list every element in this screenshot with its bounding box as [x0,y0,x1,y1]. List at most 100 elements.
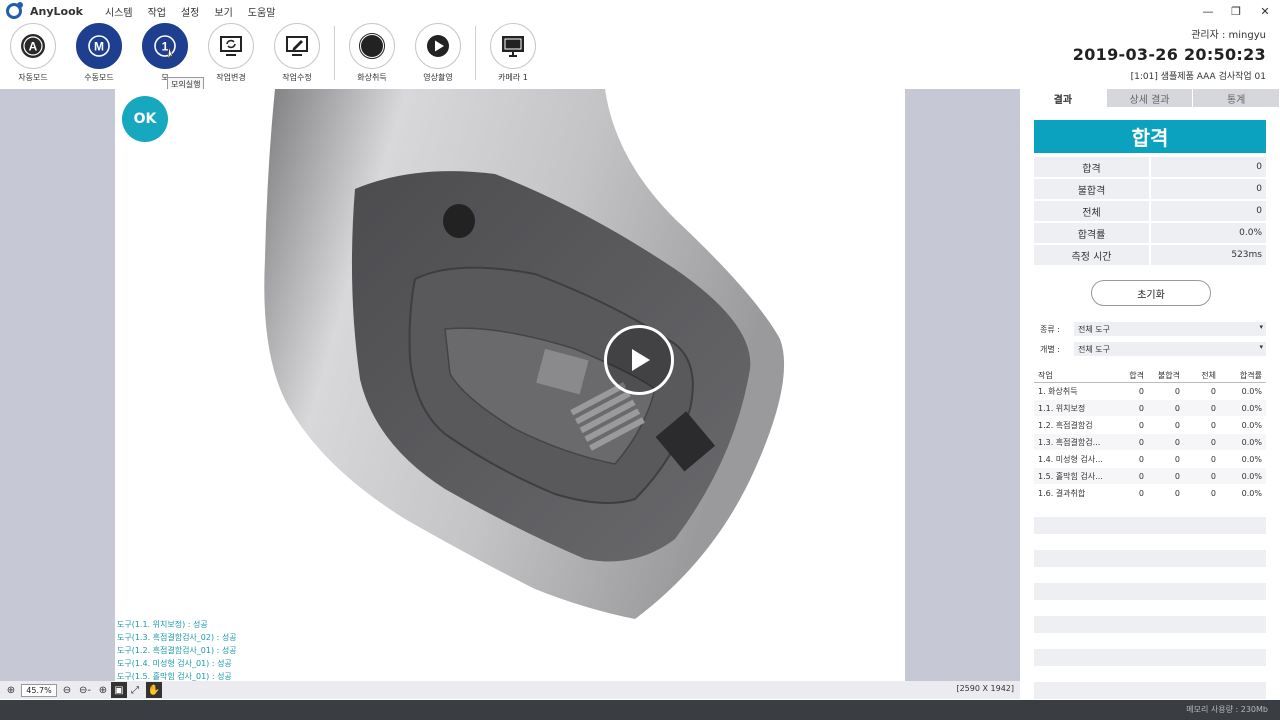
image-viewer[interactable]: OK 도구(1.1. 위치보정) : 성공 도구(1.3. 흑점결함검사_02)… [0,89,1020,681]
cell-pass: 0 [1138,403,1144,413]
cell-job: 1.3. 흑점결함검... [1038,437,1101,447]
pan-hand-icon[interactable]: ✋ [146,682,162,698]
menu-job[interactable]: 작업 [148,4,166,19]
inspected-product-image [264,89,785,619]
stat-row-fail: 불합격 0 [1034,179,1266,199]
stat-value: 0 [1151,157,1266,177]
manual-mode-button[interactable]: M 수동모드 [66,22,132,86]
menu-view[interactable]: 보기 [214,4,232,19]
cell-total: 0 [1210,471,1216,481]
video-record-button[interactable]: 영상촬영 [405,22,471,86]
filter-individual-value: 전체 도구 [1078,344,1110,354]
job-change-button[interactable]: 작업변경 [198,22,264,86]
empty-row [1034,649,1266,666]
cell-total: 0 [1210,403,1216,413]
auto-mode-label: 자동모드 [18,73,48,82]
cell-pass-rate: 0.0% [1241,454,1262,464]
table-body: 1. 화상취득 0 0 0 0.0% 1.1. 위치보정 0 0 0 0.0% … [1034,383,1266,502]
app-window: AnyLook 시스템 작업 설정 보기 도움말 — ❐ ✕ A 자동모드 M … [0,0,1280,720]
stat-row-total: 전체 0 [1034,201,1266,221]
table-row[interactable]: 1.5. 홀막힘 검사... 0 0 0 0.0% [1034,468,1266,485]
stat-row-pass-rate: 합격률 0.0% [1034,223,1266,243]
stat-row-pass: 합격 0 [1034,157,1266,177]
job-result-table: 작업 합격 불합격 전체 합격률 1. 화상취득 0 0 0 0.0% 1.1.… [1034,369,1266,502]
tab-detail-result[interactable]: 상세 결과 [1106,89,1193,107]
table-row[interactable]: 1.1. 위치보정 0 0 0 0.0% [1034,400,1266,417]
window-controls: — ❐ ✕ [1194,0,1280,22]
tab-statistics[interactable]: 통계 [1193,89,1280,107]
cell-fail: 0 [1174,488,1180,498]
cell-total: 0 [1210,420,1216,430]
filter-individual-select[interactable]: 전체 도구 ▾ [1074,342,1266,356]
cell-fail: 0 [1174,454,1180,464]
tool-result-item: 도구(1.2. 흑점결함검사_01) : 성공 [117,646,237,655]
cell-job: 1.6. 결과취합 [1038,488,1086,498]
tool-result-item: 도구(1.3. 흑점결함검사_02) : 성공 [117,633,237,642]
col-pass-rate: 합격률 [1239,371,1262,380]
cell-total: 0 [1210,488,1216,498]
fit-window-icon[interactable]: ▣ [111,682,127,698]
cell-pass: 0 [1138,471,1144,481]
result-stats: 합격 0 불합격 0 전체 0 합격률 0.0% 측정 시간 523ms [1034,157,1266,267]
anylook-logo-icon [6,2,23,19]
capture-button[interactable]: 화상취득 [339,22,405,86]
col-pass: 합격 [1129,371,1144,380]
cell-fail: 0 [1174,420,1180,430]
zoom-reset-icon[interactable]: ⊕ [95,682,111,698]
stat-row-measure-time: 측정 시간 523ms [1034,245,1266,265]
job-change-icon [208,23,254,69]
close-button[interactable]: ✕ [1250,0,1280,22]
result-tabs: 결과 상세 결과 통계 [1020,89,1280,107]
tab-result[interactable]: 결과 [1020,89,1106,107]
image-size-readout: [2590 X 1942] [956,684,1014,693]
menu-settings[interactable]: 설정 [181,4,199,19]
filter-type: 종류 : 전체 도구 ▾ [1040,322,1266,336]
video-record-label: 영상촬영 [423,73,453,82]
menu-help[interactable]: 도움말 [248,4,276,19]
filter-type-value: 전체 도구 [1078,324,1110,334]
job-edit-icon [274,23,320,69]
job-edit-button[interactable]: 작업수정 [264,22,330,86]
cell-total: 0 [1210,454,1216,464]
table-row[interactable]: 1.2. 흑점결함검 0 0 0 0.0% [1034,417,1266,434]
current-job-info: [1:01] 샘플제품 AAA 검사작업 01 [1130,72,1266,82]
stat-label: 측정 시간 [1034,245,1149,265]
pass-result-banner: 합격 [1034,120,1266,153]
table-row[interactable]: 1.4. 미성형 검사... 0 0 0 0.0% [1034,451,1266,468]
camera-button[interactable]: 카메라 1 [480,22,546,86]
restore-button[interactable]: ❐ [1222,0,1250,22]
app-title: AnyLook [30,4,83,18]
table-row[interactable]: 1.6. 결과취합 0 0 0 0.0% [1034,485,1266,502]
cell-fail: 0 [1174,471,1180,481]
tool-result-item: 도구(1.1. 위치보정) : 성공 [117,620,208,629]
main-toolbar: A 자동모드 M 수동모드 1 모 작업변경 작업수정 화상취득 영상촬영 카메… [0,22,546,86]
table-header: 작업 합격 불합격 전체 합격률 [1034,369,1266,383]
zoom-out-step-icon[interactable]: ⊖- [75,682,95,698]
col-total: 전체 [1201,371,1216,380]
video-record-icon [415,23,461,69]
camera-monitor-icon [490,23,536,69]
zoom-in-icon[interactable]: ⊕ [3,682,19,698]
zoom-level-display[interactable]: 45.7% [21,683,57,697]
inspection-canvas[interactable] [115,89,905,681]
zoom-out-icon[interactable]: ⊖ [59,682,75,698]
zoom-toolbar: ⊕ 45.7% ⊖ ⊖- ⊕ ▣ ⤢ ✋ [2590 X 1942] [0,681,1020,699]
fullscreen-icon[interactable]: ⤢ [127,682,143,698]
empty-row [1034,550,1266,567]
current-datetime: 2019-03-26 20:50:23 [1072,45,1266,64]
menu-system[interactable]: 시스템 [105,4,133,19]
cell-job: 1.4. 미성형 검사... [1038,454,1103,464]
cell-fail: 0 [1174,386,1180,396]
table-row[interactable]: 1. 화상취득 0 0 0 0.0% [1034,383,1266,400]
auto-mode-button[interactable]: A 자동모드 [0,22,66,86]
filter-type-select[interactable]: 전체 도구 ▾ [1074,322,1266,336]
minimize-button[interactable]: — [1194,0,1222,22]
empty-row [1034,583,1266,600]
video-play-button[interactable] [604,325,674,395]
stat-label: 합격 [1034,157,1149,177]
cell-pass: 0 [1138,437,1144,447]
cell-pass-rate: 0.0% [1241,386,1262,396]
reset-button[interactable]: 초기화 [1091,280,1211,306]
empty-row [1034,616,1266,633]
table-row[interactable]: 1.3. 흑점결함검... 0 0 0 0.0% [1034,434,1266,451]
